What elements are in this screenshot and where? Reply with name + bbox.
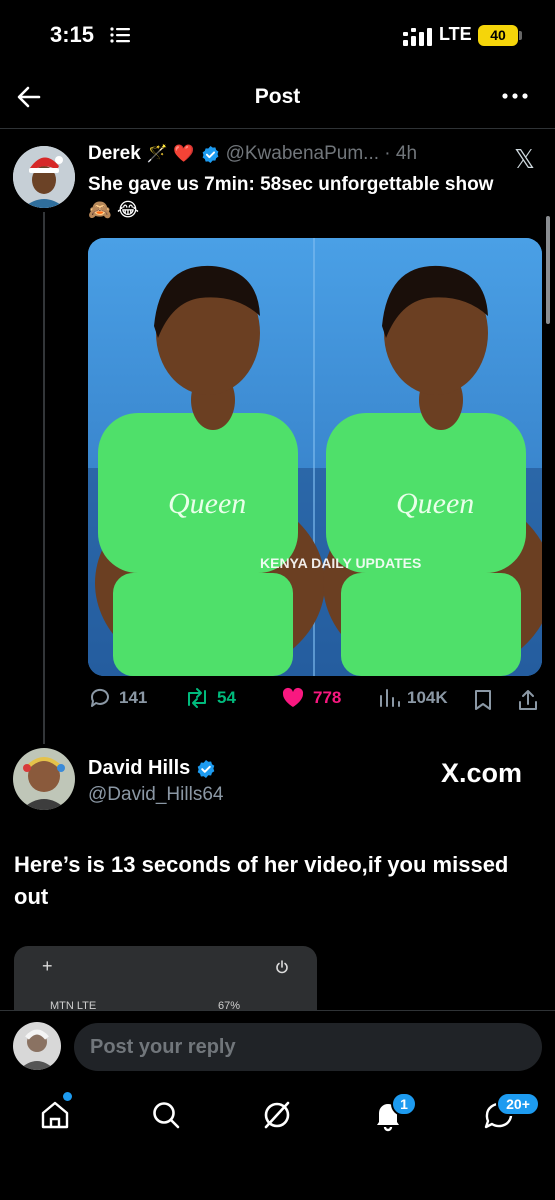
- quoted-author-row[interactable]: David Hills: [88, 757, 216, 780]
- author-handle[interactable]: @KwabenaPum... · 4h: [226, 143, 417, 165]
- embed-carrier: MTN LTE: [50, 1000, 97, 1010]
- reply-divider: [0, 1010, 555, 1011]
- quoted-author-handle[interactable]: @David_Hills64: [88, 784, 223, 806]
- quoted-avatar-image: [13, 748, 75, 810]
- like-button[interactable]: 778: [280, 686, 341, 710]
- repost-icon: [188, 688, 206, 708]
- share-icon[interactable]: [516, 688, 540, 712]
- reply-bar: Post your reply: [0, 1010, 555, 1084]
- author-name[interactable]: Derek: [88, 143, 141, 165]
- tweet-author-row[interactable]: Derek 🪄 ❤️ @KwabenaPum... · 4h: [88, 143, 417, 165]
- quoted-author-name[interactable]: David Hills: [88, 757, 190, 780]
- repost-count: 54: [217, 688, 236, 707]
- svg-text:Queen: Queen: [396, 487, 474, 520]
- notifications-badge: 1: [391, 1092, 417, 1116]
- network-label: LTE: [439, 24, 472, 44]
- reply-input[interactable]: Post your reply: [74, 1023, 542, 1071]
- home-icon[interactable]: [38, 1098, 72, 1132]
- author-name-emoji: 🪄 ❤️: [146, 144, 195, 164]
- plus-icon: +: [42, 956, 53, 976]
- views-count: 104K: [407, 688, 448, 707]
- quoted-avatar[interactable]: [13, 748, 75, 810]
- my-avatar-image: [13, 1022, 61, 1070]
- bottom-tab-bar: 1 20+: [0, 1084, 555, 1200]
- messages-badge: 20+: [496, 1092, 540, 1116]
- power-icon: [276, 960, 288, 974]
- tweet-text: She gave us 7min: 58sec unforgettable sh…: [88, 174, 494, 221]
- my-avatar[interactable]: [13, 1022, 61, 1070]
- search-icon[interactable]: [149, 1098, 183, 1132]
- status-bar: 3:15 LTE 40: [0, 0, 555, 70]
- quoted-verified-badge-icon: [197, 759, 215, 778]
- tweet-image[interactable]: Queen Queen KENYA DAILY UPDATES: [88, 238, 542, 676]
- avatar-image: [13, 146, 75, 208]
- reply-button[interactable]: 141: [88, 686, 147, 710]
- quoted-text: Here’s is 13 seconds of her video,if you…: [14, 852, 509, 909]
- tweet-actions: 141 54 778 104K: [88, 686, 542, 716]
- views-button[interactable]: 104K: [378, 686, 448, 710]
- more-options-icon[interactable]: [501, 86, 529, 106]
- grok-icon[interactable]: [260, 1098, 294, 1132]
- photo-illustration: Queen Queen KENYA DAILY UPDATES: [88, 238, 542, 676]
- x-com-label: X.com: [441, 758, 523, 788]
- reply-placeholder: Post your reply: [90, 1036, 236, 1058]
- battery-tip: [519, 31, 522, 40]
- header-divider: [0, 128, 555, 129]
- x-logo-icon: 𝕏: [514, 145, 535, 175]
- repost-button[interactable]: 54: [184, 686, 236, 710]
- svg-text:Queen: Queen: [168, 487, 246, 520]
- home-notification-dot: [63, 1092, 72, 1101]
- heart-icon: [282, 687, 304, 707]
- battery-icon: 40: [478, 25, 518, 46]
- page-title: Post: [254, 85, 301, 108]
- embed-battery: 67%: [218, 1000, 241, 1010]
- signal-icon: [403, 28, 432, 46]
- thread-line: [43, 212, 45, 744]
- avatar[interactable]: [13, 146, 75, 208]
- status-time: 3:15: [50, 22, 95, 47]
- list-icon: [110, 27, 130, 43]
- reply-count: 141: [119, 688, 148, 707]
- svg-text:KENYA DAILY UPDATES: KENYA DAILY UPDATES: [260, 555, 421, 571]
- embedded-video-preview[interactable]: + MTN LTE 67%: [14, 946, 317, 1010]
- bookmark-icon[interactable]: [472, 688, 494, 712]
- views-icon: [380, 689, 400, 707]
- verified-badge-icon: [202, 145, 218, 163]
- like-count: 778: [313, 688, 342, 707]
- post-header: Post: [0, 70, 555, 128]
- scrollbar[interactable]: [546, 216, 550, 324]
- reply-icon: [90, 688, 109, 707]
